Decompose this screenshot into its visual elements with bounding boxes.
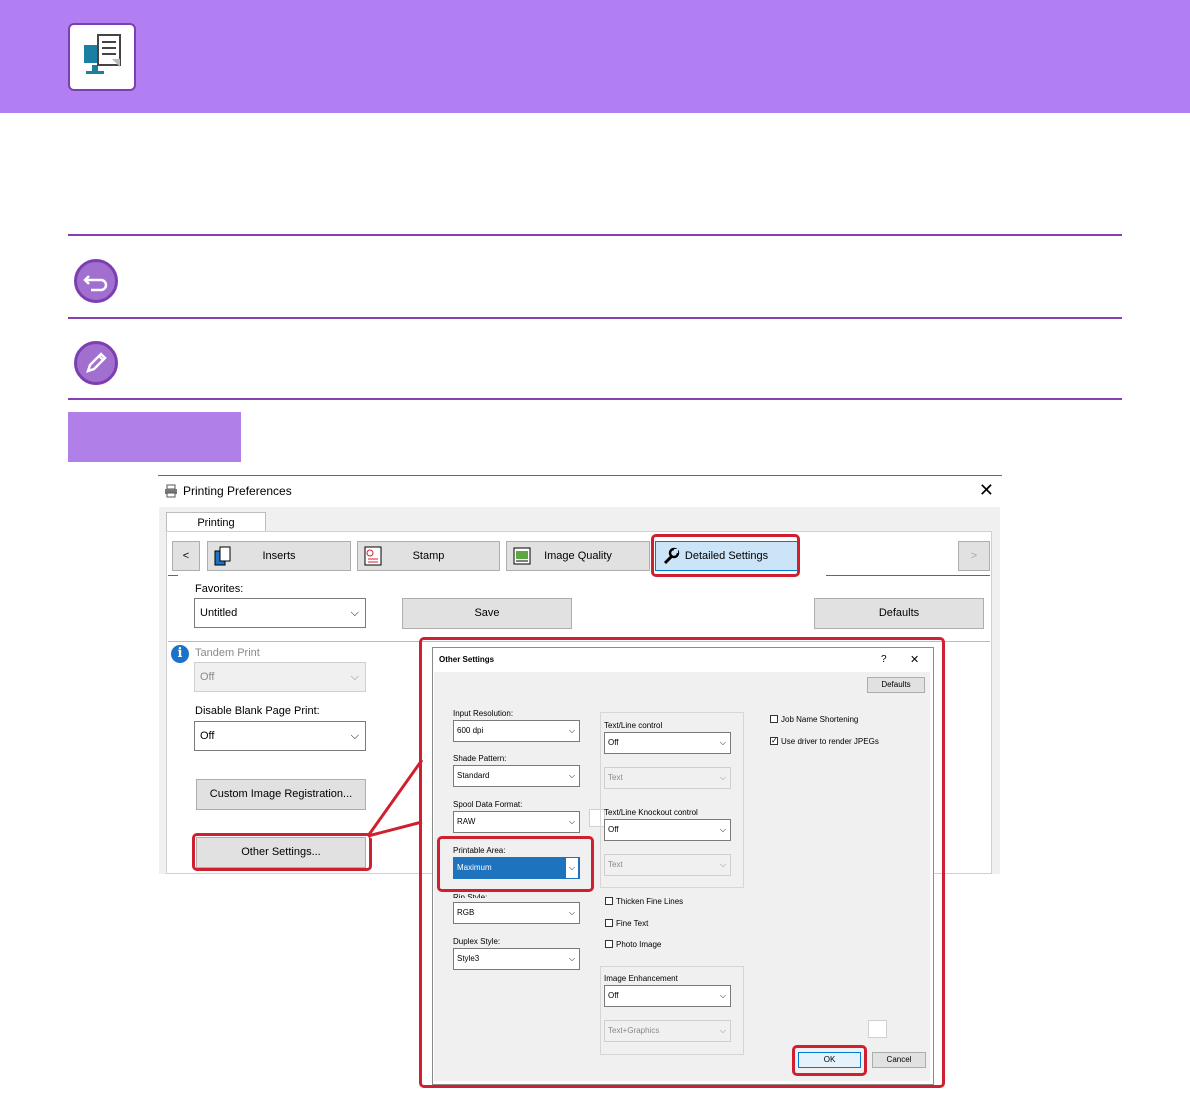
highlight-other-settings-dialog [419, 637, 945, 1088]
